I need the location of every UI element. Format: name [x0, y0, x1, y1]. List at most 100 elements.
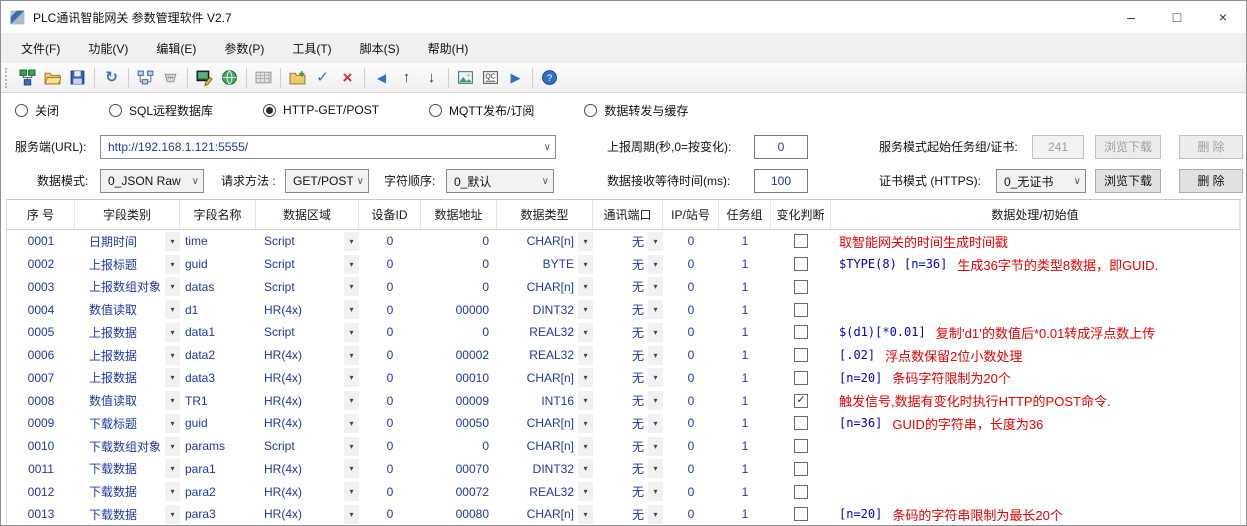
- table-icon[interactable]: [251, 66, 276, 90]
- dropdown-arrow-icon[interactable]: ▾: [344, 277, 359, 296]
- nav-up-icon[interactable]: ↑: [394, 66, 419, 90]
- cert-browse-download-button[interactable]: 浏览下载: [1095, 169, 1161, 193]
- dropdown-arrow-icon[interactable]: ▾: [344, 505, 359, 524]
- import-config-icon[interactable]: [15, 66, 40, 90]
- dropdown-arrow-icon[interactable]: ▾: [165, 255, 180, 274]
- dropdown-arrow-icon[interactable]: ▾: [578, 323, 593, 342]
- dropdown-arrow-icon[interactable]: ▾: [344, 414, 359, 433]
- nav-left-icon[interactable]: ◀: [369, 66, 394, 90]
- dropdown-arrow-icon[interactable]: ▾: [578, 232, 593, 251]
- dropdown-arrow-icon[interactable]: ▾: [165, 300, 180, 319]
- checkbox-unchecked[interactable]: [794, 416, 808, 430]
- dropdown-arrow-icon[interactable]: ▾: [578, 414, 593, 433]
- dropdown-arrow-icon[interactable]: ▾: [578, 437, 593, 456]
- cert-browse-download-button-top[interactable]: 浏览下载: [1095, 135, 1161, 159]
- table-row[interactable]: 0006上报数据▾data2HR(4x)▾000002REAL32▾无▾01[.…: [7, 344, 1240, 367]
- checkbox-unchecked[interactable]: [794, 234, 808, 248]
- dropdown-arrow-icon[interactable]: ▾: [344, 232, 359, 251]
- checkbox-checked[interactable]: ✓: [794, 394, 808, 408]
- column-header-1[interactable]: 字段类别: [75, 200, 180, 229]
- table-row[interactable]: 0003上报数组对象▾datasScript▾00CHAR[n]▾无▾01: [7, 276, 1240, 299]
- column-header-11[interactable]: 数据处理/初始值: [831, 200, 1240, 229]
- menu-item-1[interactable]: 功能(V): [74, 34, 142, 63]
- menu-item-4[interactable]: 工具(T): [278, 34, 345, 63]
- checkbox-unchecked[interactable]: [794, 280, 808, 294]
- nav-down-icon[interactable]: ↓: [419, 66, 444, 90]
- column-header-6[interactable]: 数据类型: [497, 200, 593, 229]
- recv-wait-input[interactable]: 100: [754, 169, 808, 193]
- dropdown-arrow-icon[interactable]: ▾: [648, 414, 663, 433]
- dropdown-arrow-icon[interactable]: ▾: [578, 277, 593, 296]
- dropdown-arrow-icon[interactable]: ▾: [165, 277, 180, 296]
- web-globe-icon[interactable]: [217, 66, 242, 90]
- dropdown-arrow-icon[interactable]: ▾: [344, 255, 359, 274]
- dropdown-arrow-icon[interactable]: ▾: [344, 437, 359, 456]
- column-header-2[interactable]: 字段名称: [180, 200, 256, 229]
- table-row[interactable]: 0013下载数据▾para3HR(4x)▾000080CHAR[n]▾无▾01[…: [7, 503, 1240, 525]
- column-header-10[interactable]: 变化判断: [771, 200, 831, 229]
- mode-radio-2[interactable]: HTTP-GET/POST: [263, 103, 379, 117]
- column-header-9[interactable]: 任务组: [719, 200, 771, 229]
- dropdown-arrow-icon[interactable]: ▾: [578, 482, 593, 501]
- dropdown-arrow-icon[interactable]: ▾: [648, 277, 663, 296]
- table-row[interactable]: 0005上报数据▾data1Script▾00REAL32▾无▾01$(d1)[…: [7, 321, 1240, 344]
- qc-code-icon[interactable]: QC: [478, 66, 503, 90]
- dropdown-arrow-icon[interactable]: ▾: [648, 368, 663, 387]
- menu-item-0[interactable]: 文件(F): [7, 34, 74, 63]
- checkbox-unchecked[interactable]: [794, 485, 808, 499]
- table-row[interactable]: 0007上报数据▾data3HR(4x)▾000010CHAR[n]▾无▾01[…: [7, 367, 1240, 390]
- dropdown-arrow-icon[interactable]: ▾: [648, 255, 663, 274]
- minimize-button[interactable]: –: [1108, 1, 1154, 33]
- dropdown-arrow-icon[interactable]: ▾: [165, 346, 180, 365]
- dropdown-arrow-icon[interactable]: ▾: [344, 368, 359, 387]
- checkbox-unchecked[interactable]: [794, 325, 808, 339]
- close-button[interactable]: ×: [1200, 1, 1246, 33]
- mode-radio-0[interactable]: 关闭: [15, 102, 59, 119]
- help-icon[interactable]: ?: [537, 66, 562, 90]
- dropdown-arrow-icon[interactable]: ▾: [165, 232, 180, 251]
- table-row[interactable]: 0008数值读取▾TR1HR(4x)▾000009INT16▾无▾01✓触发信号…: [7, 389, 1240, 412]
- data-mode-combobox[interactable]: 0_JSON Raw ∨: [100, 169, 204, 193]
- server-url-combobox[interactable]: http://192.168.1.121:5555/ ∨: [100, 135, 556, 159]
- column-header-7[interactable]: 通讯端口: [593, 200, 663, 229]
- column-header-3[interactable]: 数据区域: [256, 200, 359, 229]
- dropdown-arrow-icon[interactable]: ▾: [344, 300, 359, 319]
- checkbox-unchecked[interactable]: [794, 507, 808, 521]
- char-order-combobox[interactable]: 0_默认 ∨: [446, 169, 554, 193]
- dropdown-arrow-icon[interactable]: ▾: [648, 459, 663, 478]
- menu-item-2[interactable]: 编辑(E): [142, 34, 210, 63]
- dropdown-arrow-icon[interactable]: ▾: [344, 323, 359, 342]
- dropdown-arrow-icon[interactable]: ▾: [344, 482, 359, 501]
- new-group-icon[interactable]: [285, 66, 310, 90]
- dropdown-arrow-icon[interactable]: ▾: [578, 300, 593, 319]
- checkbox-unchecked[interactable]: [794, 462, 808, 476]
- toolbar-grip[interactable]: [5, 68, 11, 88]
- cert-delete-button-top[interactable]: 删 除: [1179, 135, 1243, 159]
- dropdown-arrow-icon[interactable]: ▾: [578, 459, 593, 478]
- checkbox-unchecked[interactable]: [794, 371, 808, 385]
- dropdown-arrow-icon[interactable]: ▾: [344, 346, 359, 365]
- dropdown-arrow-icon[interactable]: ▾: [165, 505, 180, 524]
- table-row[interactable]: 0011下载数据▾para1HR(4x)▾000070DINT32▾无▾01: [7, 458, 1240, 481]
- mode-radio-4[interactable]: 数据转发与缓存: [584, 102, 688, 119]
- cert-mode-combobox[interactable]: 0_无证书 ∨: [996, 169, 1086, 193]
- dropdown-arrow-icon[interactable]: ▾: [165, 414, 180, 433]
- dropdown-arrow-icon[interactable]: ▾: [165, 459, 180, 478]
- dropdown-arrow-icon[interactable]: ▾: [578, 391, 593, 410]
- dropdown-arrow-icon[interactable]: ▾: [165, 391, 180, 410]
- column-header-5[interactable]: 数据地址: [421, 200, 497, 229]
- dropdown-arrow-icon[interactable]: ▾: [648, 323, 663, 342]
- mode-radio-1[interactable]: SQL远程数据库: [109, 102, 213, 119]
- dropdown-arrow-icon[interactable]: ▾: [344, 459, 359, 478]
- dropdown-arrow-icon[interactable]: ▾: [648, 391, 663, 410]
- checkbox-unchecked[interactable]: [794, 303, 808, 317]
- column-header-4[interactable]: 设备ID: [359, 200, 421, 229]
- dropdown-arrow-icon[interactable]: ▾: [648, 300, 663, 319]
- cancel-x-icon[interactable]: ×: [335, 66, 360, 90]
- dropdown-arrow-icon[interactable]: ▾: [578, 368, 593, 387]
- dropdown-arrow-icon[interactable]: ▾: [165, 437, 180, 456]
- cert-delete-button[interactable]: 删 除: [1179, 169, 1243, 193]
- apply-check-icon[interactable]: ✓: [310, 66, 335, 90]
- dropdown-arrow-icon[interactable]: ▾: [165, 368, 180, 387]
- dropdown-arrow-icon[interactable]: ▾: [165, 323, 180, 342]
